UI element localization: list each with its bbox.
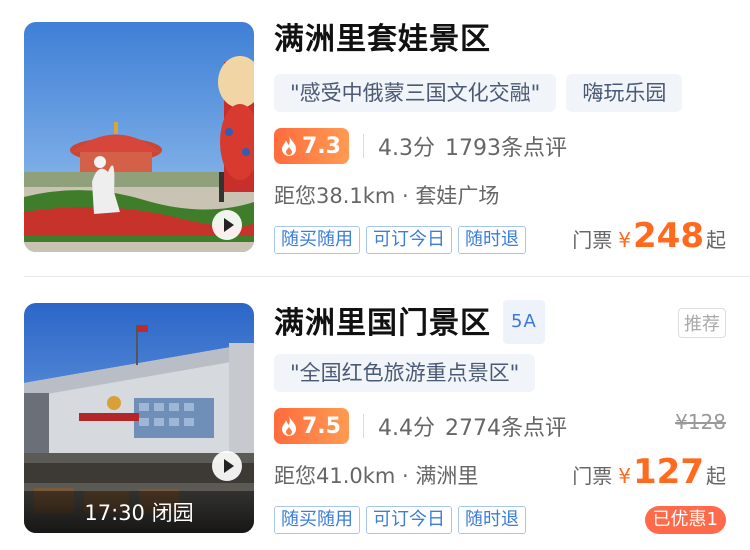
chip-refund-anytime: 随时退 [458, 226, 526, 254]
hot-score-badge: 7.3 [274, 128, 349, 164]
hot-score: 7.3 [302, 133, 341, 159]
listing-card[interactable]: 17:30 闭园 满洲里国门景区 5A 推荐 "全国红色旅游重点景区" 7.5 4… [0, 280, 750, 550]
rating-row: 7.5 4.4分 2774条点评 [274, 408, 567, 444]
rating-score: 4.3分 [377, 136, 435, 161]
price-amount: 248 [633, 216, 704, 256]
listing-card[interactable]: 满洲里套娃景区 "感受中俄蒙三国文化交融" 嗨玩乐园 7.3 4.3分 1793… [0, 0, 750, 275]
currency-symbol: ¥ [618, 228, 632, 252]
currency-symbol: ¥ [618, 464, 632, 488]
play-icon [223, 218, 234, 232]
listing-info: 满洲里套娃景区 [274, 20, 726, 60]
ticket-price[interactable]: 门票 ¥ 248 起 [572, 216, 726, 256]
tag: 嗨玩乐园 [566, 74, 683, 112]
service-chips: 随买随用 可订今日 随时退 [274, 506, 526, 534]
review-count[interactable]: 1793条点评 [445, 130, 567, 162]
listing-title[interactable]: 满洲里国门景区 5A [274, 300, 726, 344]
play-icon [223, 459, 234, 473]
play-button[interactable] [212, 451, 242, 481]
listing-thumbnail[interactable]: 17:30 闭园 [24, 303, 254, 533]
chip-book-today: 可订今日 [366, 506, 452, 534]
flame-icon [282, 136, 296, 156]
chip-book-today: 可订今日 [366, 226, 452, 254]
listing-thumbnail[interactable] [24, 22, 254, 252]
distance-location: 距您38.1km · 套娃广场 [274, 184, 500, 208]
price-label: 门票 [572, 464, 613, 488]
service-chips: 随买随用 可订今日 随时退 [274, 226, 526, 254]
review-count[interactable]: 2774条点评 [445, 410, 567, 442]
price-suffix: 起 [706, 228, 726, 252]
tag: "感受中俄蒙三国文化交融" [274, 74, 557, 112]
hot-score: 7.5 [302, 413, 341, 439]
listing-tags: "全国红色旅游重点景区" [274, 354, 536, 392]
divider [24, 276, 750, 277]
rating-row: 7.3 4.3分 1793条点评 [274, 128, 567, 164]
ticket-price[interactable]: 门票 ¥ 127 起 [572, 452, 726, 492]
recommend-badge: 推荐 [678, 308, 726, 338]
rating-score: 4.4分 [377, 416, 435, 441]
price-label: 门票 [572, 228, 613, 252]
separator [362, 134, 364, 158]
price-suffix: 起 [706, 464, 726, 488]
chip-refund-anytime: 随时退 [458, 506, 526, 534]
hot-score-badge: 7.5 [274, 408, 349, 444]
discount-badge[interactable]: 已优惠1 [644, 506, 726, 534]
grade-badge: 5A [503, 300, 545, 344]
listing-tags: "感受中俄蒙三国文化交融" 嗨玩乐园 [274, 74, 683, 112]
original-price: ¥128 [675, 410, 726, 434]
separator [362, 414, 364, 438]
price-amount: 127 [633, 452, 704, 492]
distance-location: 距您41.0km · 满洲里 [274, 464, 479, 488]
tag: "全国红色旅游重点景区" [274, 354, 536, 392]
listing-title[interactable]: 满洲里套娃景区 [274, 20, 726, 60]
chip-use-anytime: 随买随用 [274, 226, 360, 254]
listing-title-text: 满洲里国门景区 [274, 306, 491, 341]
chip-use-anytime: 随买随用 [274, 506, 360, 534]
play-button[interactable] [212, 210, 242, 240]
closing-time: 17:30 闭园 [24, 491, 254, 533]
flame-icon [282, 416, 296, 436]
